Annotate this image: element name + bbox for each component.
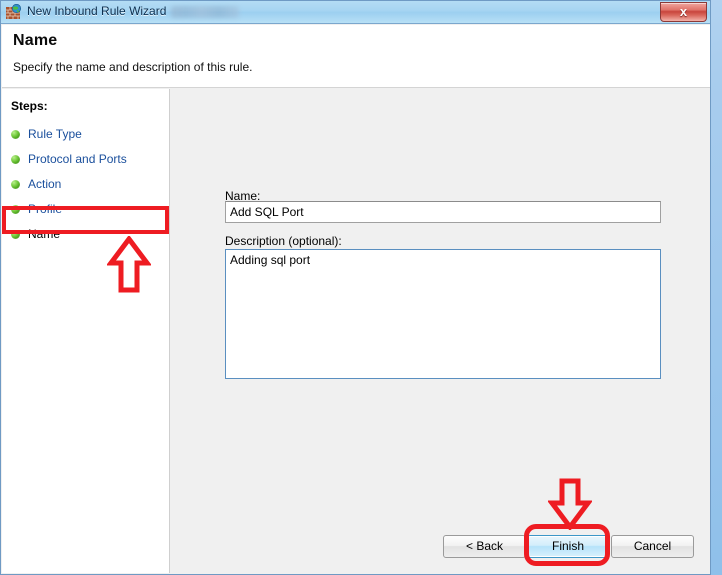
- step-bullet-icon: [11, 180, 20, 189]
- window-title: New Inbound Rule Wizard: [27, 4, 167, 18]
- window-titlebar[interactable]: New Inbound Rule Wizard x: [1, 1, 710, 24]
- steps-sidebar: Steps: Rule Type Protocol and Ports Acti…: [2, 89, 170, 573]
- sidebar-item-protocol-and-ports[interactable]: Protocol and Ports: [2, 147, 169, 172]
- close-icon: x: [679, 4, 688, 19]
- sidebar-item-label: Profile: [28, 202, 63, 216]
- firewall-brick-globe-icon: [6, 4, 22, 19]
- steps-heading: Steps:: [11, 99, 48, 113]
- sidebar-item-name[interactable]: Name: [2, 222, 169, 247]
- cancel-button[interactable]: Cancel: [611, 535, 694, 558]
- close-button[interactable]: x: [660, 2, 707, 22]
- sidebar-item-label: Action: [28, 177, 62, 191]
- sidebar-item-profile[interactable]: Profile: [2, 197, 169, 222]
- sidebar-item-label: Rule Type: [28, 127, 82, 141]
- finish-button[interactable]: Finish: [527, 535, 609, 558]
- description-field-label: Description (optional):: [225, 234, 342, 248]
- wizard-window: New Inbound Rule Wizard x Name Specify t…: [0, 0, 711, 575]
- steps-list: Rule Type Protocol and Ports Action Prof…: [2, 122, 169, 247]
- back-button[interactable]: < Back: [443, 535, 526, 558]
- step-bullet-icon: [11, 130, 20, 139]
- description-input[interactable]: [225, 249, 661, 379]
- sidebar-item-action[interactable]: Action: [2, 172, 169, 197]
- name-input[interactable]: [225, 201, 661, 223]
- sidebar-item-label: Name: [28, 227, 61, 241]
- step-bullet-icon: [11, 230, 20, 239]
- sidebar-item-label: Protocol and Ports: [28, 152, 127, 166]
- page-title: Name: [13, 32, 58, 49]
- wizard-main-panel: Name: Description (optional): < Back Fin…: [171, 89, 709, 573]
- page-subtitle: Specify the name and description of this…: [13, 60, 253, 74]
- step-bullet-icon: [11, 205, 20, 214]
- wizard-header: Name Specify the name and description of…: [2, 25, 710, 88]
- step-bullet-icon: [11, 155, 20, 164]
- sidebar-item-rule-type[interactable]: Rule Type: [2, 122, 169, 147]
- blurred-title-suffix: [171, 6, 239, 18]
